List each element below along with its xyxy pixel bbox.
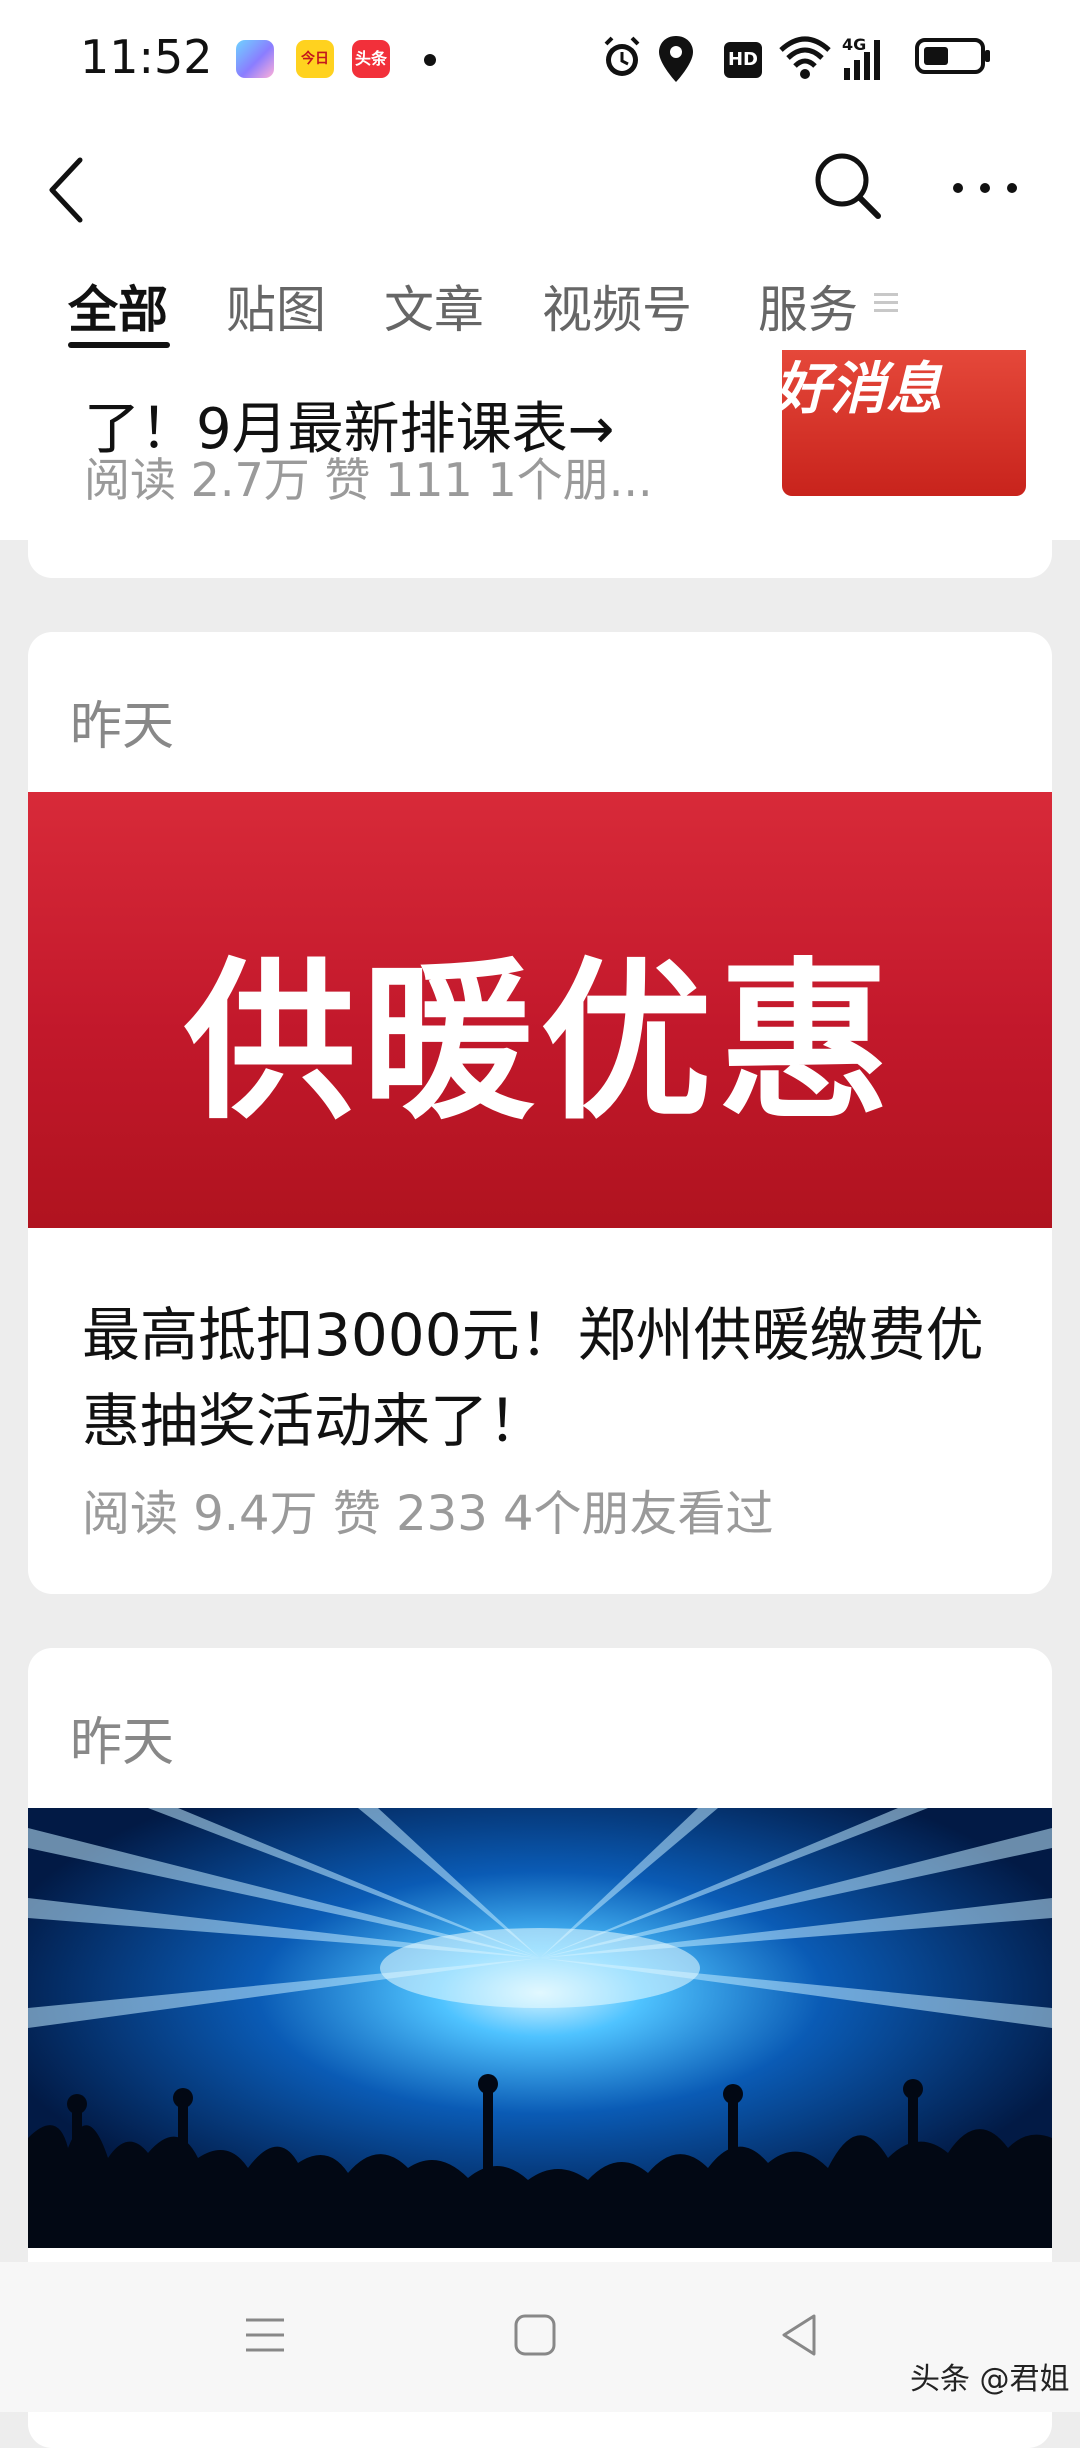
tab-services[interactable]: 服务 [758, 270, 858, 342]
back-chevron-icon[interactable] [40, 150, 90, 230]
status-bar: 11:52 今日 头条 HD 4G [0, 0, 1080, 120]
article-card-previous[interactable]: 了！9月最新排课表→ 阅读 2.7万 赞 111 1个朋... 好消息 [28, 350, 1052, 578]
status-time: 11:52 [80, 30, 213, 84]
article-card-heating[interactable]: 昨天 供暖优惠 最高抵扣3000元！郑州供暖缴费优惠抽奖活动来了！ 阅读 9.4… [28, 632, 1052, 1594]
tab-list-icon[interactable] [872, 288, 900, 316]
active-tab-indicator [68, 342, 170, 348]
article-date: 昨天 [70, 697, 175, 757]
app-notification-icon [236, 40, 274, 78]
toutiao-app-icon: 头条 [352, 40, 390, 78]
thumbnail-text: 好消息 [782, 357, 942, 422]
hd-badge-icon: HD [724, 42, 762, 78]
article-title[interactable]: 最高抵扣3000元！郑州供暖缴费优惠抽奖活动来了！ [82, 1292, 1022, 1464]
concert-banner-image[interactable] [28, 1808, 1052, 2248]
jinri-app-icon: 今日 [296, 40, 334, 78]
alarm-icon [604, 36, 640, 76]
home-icon[interactable] [512, 2312, 558, 2358]
watermark: 头条 @君姐 [910, 2362, 1070, 2397]
banner-title: 供暖优惠 [184, 942, 896, 1143]
article-thumbnail[interactable]: 好消息 [782, 350, 1026, 496]
signal-4g-icon: 4G [842, 35, 880, 80]
svg-text:4G: 4G [842, 35, 866, 54]
more-dots-icon[interactable] [950, 176, 1020, 200]
more-notifications-dot-icon [424, 54, 436, 66]
battery-icon [915, 38, 990, 74]
tab-all[interactable]: 全部 [68, 270, 168, 342]
article-banner-image[interactable]: 供暖优惠 [28, 792, 1052, 1228]
wifi-icon [779, 36, 831, 79]
back-triangle-icon[interactable] [776, 2310, 822, 2360]
article-meta: 阅读 2.7万 赞 111 1个朋... [84, 453, 653, 507]
recent-apps-icon[interactable] [242, 2312, 288, 2358]
search-icon[interactable] [812, 150, 884, 222]
tab-images[interactable]: 贴图 [226, 270, 326, 342]
tab-channels[interactable]: 视频号 [542, 270, 692, 342]
content-tabs: 全部 贴图 文章 视频号 服务 [0, 270, 1080, 346]
article-meta: 阅读 9.4万 赞 233 4个朋友看过 [82, 1486, 774, 1542]
location-icon [659, 36, 693, 82]
article-date: 昨天 [70, 1713, 175, 1773]
tab-articles[interactable]: 文章 [384, 270, 484, 342]
